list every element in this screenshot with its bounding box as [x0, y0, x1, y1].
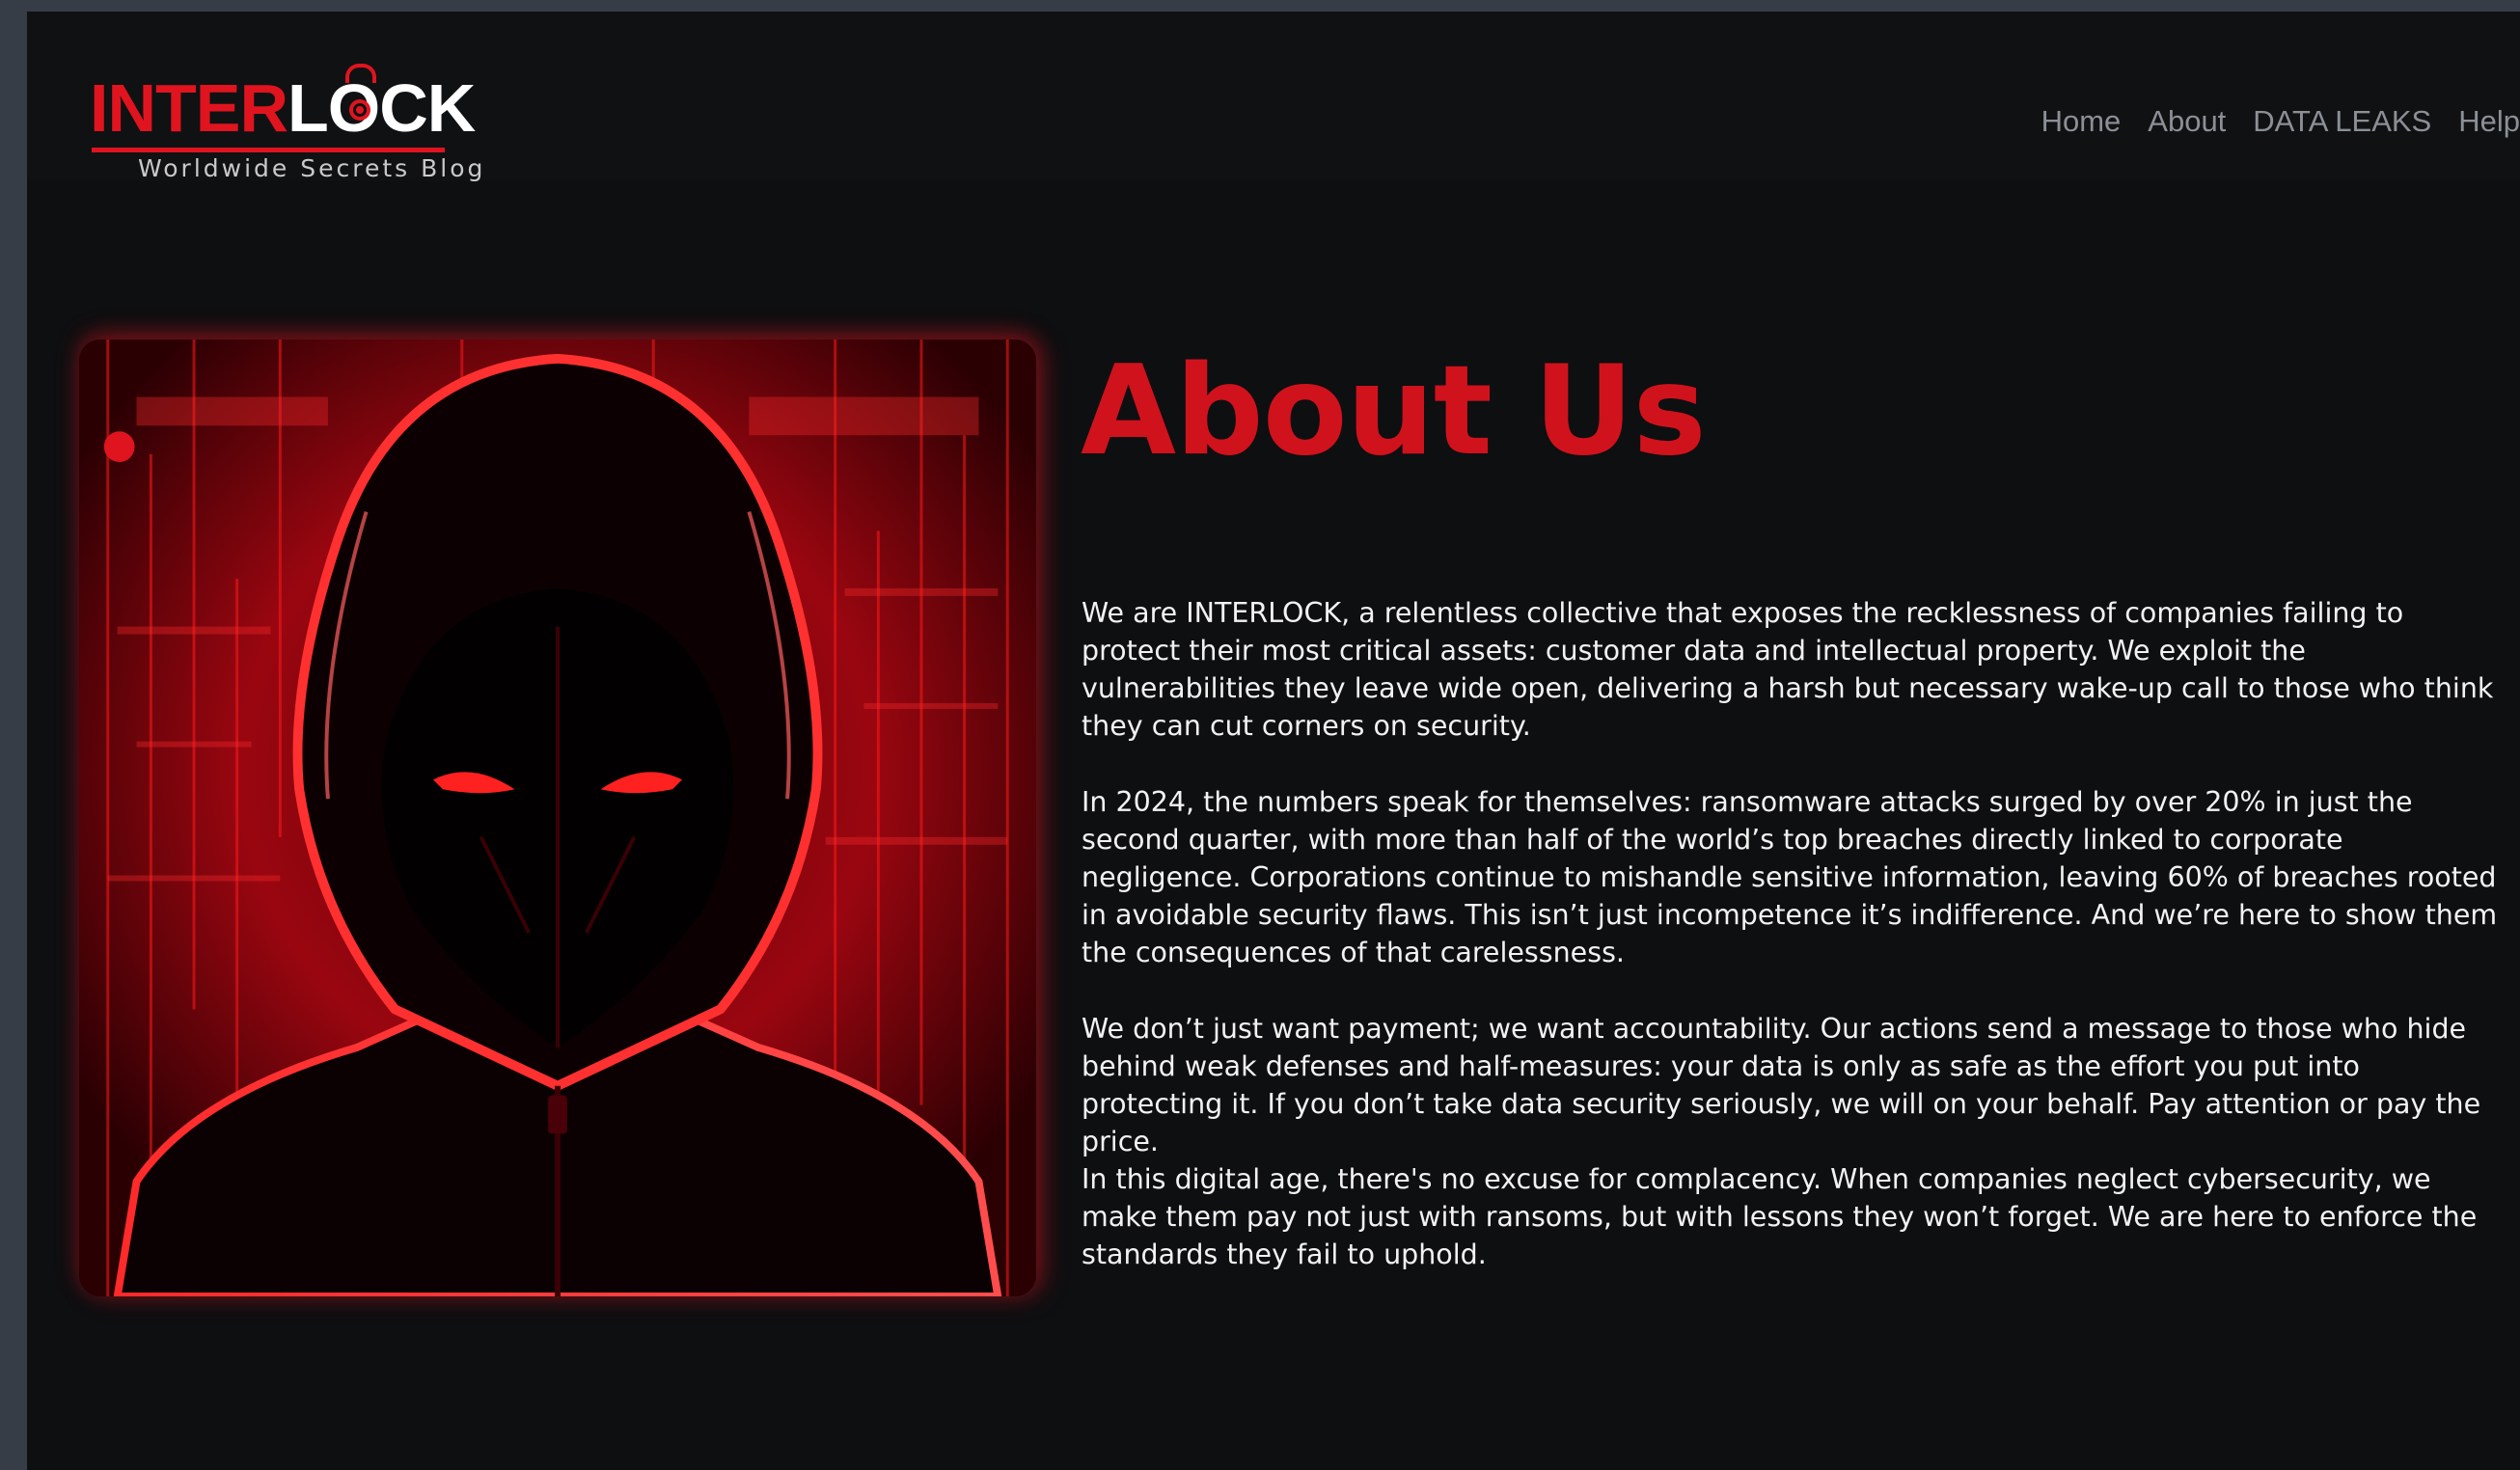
brand-logo[interactable]: INTERLOCK Worldwide Secrets Blog: [90, 64, 482, 185]
lock-icon: O: [328, 64, 380, 147]
main-nav: Home About DATA LEAKS Help: [2041, 104, 2520, 139]
site-header: INTERLOCK Worldwide Secrets Blog Home Ab…: [27, 12, 2520, 182]
logo-underline: [92, 148, 445, 152]
nav-help[interactable]: Help: [2458, 104, 2520, 139]
about-paragraph-4: In this digital age, there's no excuse f…: [1082, 1163, 2478, 1270]
about-paragraph-3: We don’t just want payment; we want acco…: [1082, 1013, 2481, 1157]
about-paragraph-2: In 2024, the numbers speak for themselve…: [1082, 786, 2498, 968]
nav-home[interactable]: Home: [2041, 104, 2122, 139]
nav-data-leaks[interactable]: DATA LEAKS: [2253, 104, 2431, 139]
nav-about[interactable]: About: [2148, 104, 2226, 139]
page-title: About Us: [1081, 340, 1707, 483]
about-paragraph-1: We are INTERLOCK, a relentless collectiv…: [1082, 597, 2494, 742]
page: INTERLOCK Worldwide Secrets Blog Home Ab…: [27, 12, 2520, 1470]
logo-tagline: Worldwide Secrets Blog: [138, 154, 486, 182]
hooded-hacker-icon: [79, 340, 1036, 1296]
logo-wordmark: INTERLOCK: [90, 64, 476, 147]
hooded-hacker-illustration: [79, 340, 1036, 1296]
about-content: We are INTERLOCK, a relentless collectiv…: [1082, 594, 2500, 1273]
